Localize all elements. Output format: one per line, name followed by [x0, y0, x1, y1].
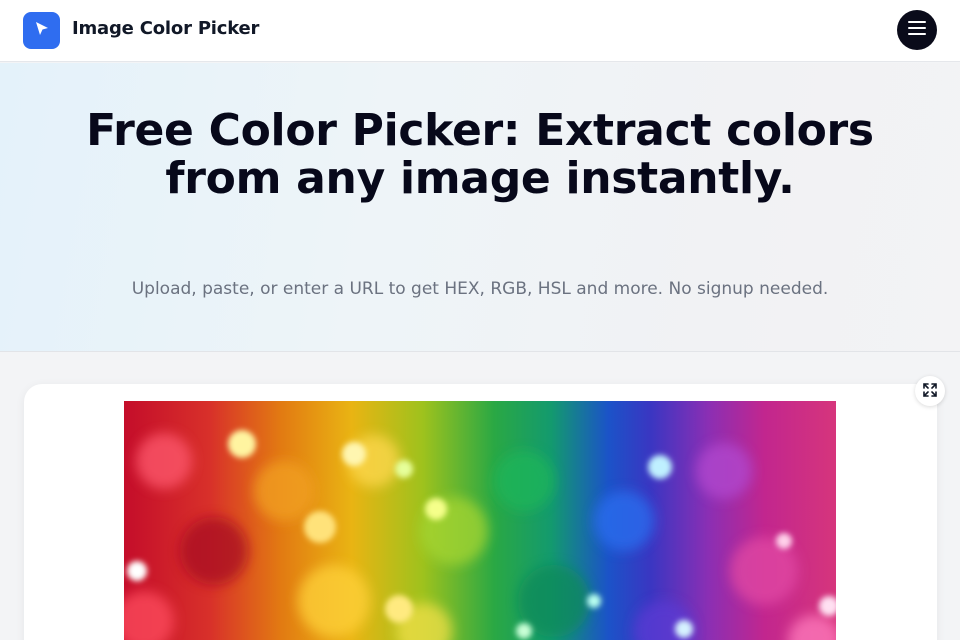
brand-name[interactable]: Image Color Picker: [72, 18, 259, 39]
page-subtitle: Upload, paste, or enter a URL to get HEX…: [131, 279, 829, 299]
hero-section: Free Color Picker: Extract colors from a…: [0, 63, 960, 352]
page-title: Free Color Picker: Extract colors from a…: [86, 105, 874, 204]
menu-button[interactable]: [897, 10, 937, 50]
hamburger-menu-icon: [907, 20, 927, 40]
cursor-arrow-icon: [32, 19, 52, 43]
fullscreen-button[interactable]: [915, 376, 945, 406]
bokeh-image-content: [124, 430, 836, 640]
uploaded-image[interactable]: [124, 401, 836, 640]
app-logo[interactable]: [23, 12, 60, 49]
expand-icon: [923, 382, 937, 401]
top-navigation-bar: Image Color Picker: [0, 0, 960, 62]
